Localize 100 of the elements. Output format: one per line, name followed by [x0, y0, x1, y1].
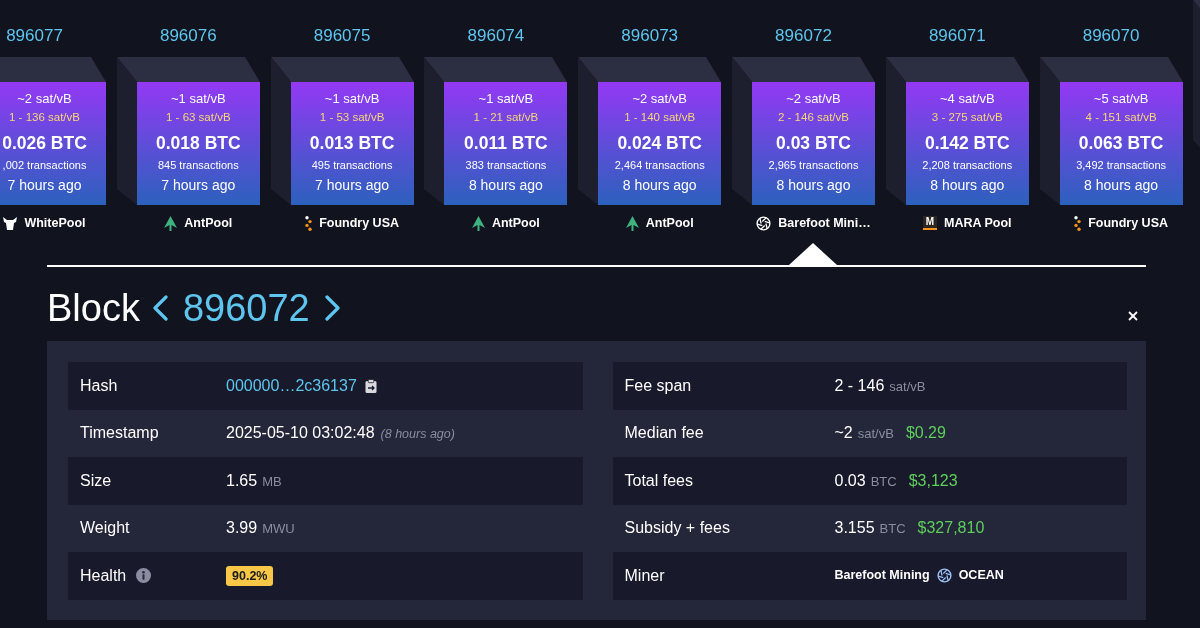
pool-name[interactable]: AntPool	[491, 215, 540, 231]
block-height[interactable]: 896076	[159, 26, 217, 46]
pool-name[interactable]: Foundry USA	[1088, 215, 1168, 231]
tx-count: 495 transactions	[311, 158, 393, 173]
miner-name[interactable]: Barefoot Mining	[834, 566, 930, 586]
chevron-left-icon[interactable]	[151, 295, 168, 321]
fee-range: 1 - 140 sat/vB	[624, 110, 696, 125]
pool-name[interactable]: Barefoot Mini…	[778, 215, 871, 231]
row-value: 2025-05-10 03:02:48	[226, 423, 375, 444]
row-value: 3.99	[226, 518, 258, 539]
block-age: 8 hours ago	[776, 176, 851, 195]
total-fees: 0.026 BTC	[2, 132, 87, 155]
pool-name[interactable]: AntPool	[184, 215, 233, 231]
tx-count: 2,965 transactions	[768, 158, 859, 173]
info-icon[interactable]	[136, 568, 152, 584]
block-age: 8 hours ago	[1084, 176, 1159, 195]
unit-label: BTC	[870, 472, 897, 491]
tx-count: 3,492 transactions	[1076, 158, 1166, 173]
block-height[interactable]: 896073	[621, 26, 679, 46]
row-label: Size	[80, 470, 112, 491]
aperture-icon	[936, 568, 952, 584]
block-face[interactable]: ~1 sat/vB 1 - 53 sat/vB 0.013 BTC 495 transactions 7 hours ago	[290, 82, 414, 205]
block-height[interactable]: 896071	[928, 26, 986, 46]
fiat-value: $0.29	[905, 423, 946, 444]
tx-count: 845 transactions	[157, 158, 239, 173]
row-label: Median fee	[624, 423, 704, 444]
pool-name[interactable]: WhitePool	[24, 215, 86, 231]
fee-range: 2 - 146 sat/vB	[778, 110, 849, 125]
block-height[interactable]: 896070	[1082, 26, 1140, 46]
fee-range: 3 - 275 sat/vB	[931, 110, 1003, 125]
block-face[interactable]: ~2 sat/vB 2 - 146 sat/vB 0.03 BTC 2,965 transactions 8 hours ago	[752, 82, 875, 205]
pool-name[interactable]: OCEAN	[958, 566, 1004, 586]
median-fee: ~5 sat/vB	[1093, 90, 1149, 108]
total-fees: 0.03 BTC	[776, 132, 851, 155]
row-label: Miner	[624, 565, 665, 586]
relative-time: (8 hours ago)	[380, 426, 455, 444]
row-label: Subsidy + fees	[624, 518, 730, 539]
block-height[interactable]: 896072	[775, 26, 832, 46]
block-height[interactable]: 896075	[313, 26, 371, 46]
block-face[interactable]: ~5 sat/vB 4 - 151 sat/vB 0.063 BTC 3,492 transactions 8 hours ago	[1059, 82, 1183, 205]
row-label: Health	[80, 565, 127, 586]
row-value: 2 - 146	[834, 375, 885, 396]
block-height[interactable]: 896077	[6, 26, 63, 46]
block-face[interactable]: ~2 sat/vB 1 - 140 sat/vB 0.024 BTC 2,464 transactions 8 hours ago	[598, 82, 722, 205]
fiat-value: $327,810	[917, 518, 985, 539]
block-height[interactable]: 896074	[467, 26, 525, 46]
median-fee: ~1 sat/vB	[324, 90, 380, 108]
unit-label: MWU	[262, 520, 295, 539]
block-age: 7 hours ago	[161, 176, 236, 195]
chevron-right-icon[interactable]	[324, 295, 341, 321]
total-fees: 0.142 BTC	[924, 132, 1010, 155]
hash-link[interactable]: 000000…2c36137	[226, 373, 357, 398]
pool-name[interactable]: MARA Pool	[944, 215, 1012, 231]
fee-range: 4 - 151 sat/vB	[1085, 110, 1157, 125]
total-fees: 0.011 BTC	[464, 132, 548, 155]
block-face[interactable]: ~1 sat/vB 1 - 21 sat/vB 0.011 BTC 383 transactions 8 hours ago	[444, 82, 568, 205]
aperture-icon	[756, 215, 772, 231]
pool-name[interactable]: AntPool	[645, 215, 694, 231]
row-label: Timestamp	[80, 423, 159, 444]
row-value: 1.65	[226, 470, 258, 491]
block-age: 7 hours ago	[7, 176, 82, 195]
fee-range: 1 - 53 sat/vB	[319, 110, 385, 125]
row-label: Total fees	[624, 470, 693, 491]
close-icon[interactable]	[1128, 311, 1138, 321]
arrow-icon	[164, 215, 178, 231]
block-age: 8 hours ago	[468, 176, 543, 195]
fee-range: 1 - 136 sat/vB	[9, 110, 80, 125]
block-age: 7 hours ago	[315, 176, 390, 195]
row-label: Weight	[80, 518, 130, 539]
block-age: 8 hours ago	[930, 176, 1005, 195]
unit-label: sat/vB	[857, 425, 894, 444]
unit-label: MB	[262, 472, 282, 491]
animal-head-icon	[3, 216, 18, 230]
row-label: Hash	[80, 375, 118, 396]
arrow-icon	[471, 215, 485, 231]
tx-count: 383 transactions	[465, 158, 547, 173]
median-fee: ~1 sat/vB	[478, 90, 534, 108]
median-fee: ~4 sat/vB	[940, 90, 995, 108]
median-fee: ~2 sat/vB	[17, 90, 72, 108]
dots-icon	[1074, 215, 1082, 231]
block-face[interactable]: ~2 sat/vB 1 - 136 sat/vB 0.026 BTC ,002 transactions 7 hours ago	[0, 82, 106, 205]
pool-name[interactable]: Foundry USA	[319, 215, 399, 231]
row-value: 0.03	[834, 470, 866, 491]
median-fee: ~2 sat/vB	[632, 90, 687, 108]
median-fee: ~1 sat/vB	[171, 90, 226, 108]
block-height: 896072	[182, 286, 310, 331]
total-fees: 0.024 BTC	[617, 132, 702, 155]
total-fees: 0.013 BTC	[309, 132, 395, 155]
unit-label: sat/vB	[889, 377, 926, 396]
block-face[interactable]: ~1 sat/vB 1 - 63 sat/vB 0.018 BTC 845 transactions 7 hours ago	[136, 82, 260, 205]
arrow-icon	[625, 215, 639, 231]
dots-icon	[305, 215, 313, 231]
fee-range: 1 - 21 sat/vB	[473, 110, 539, 125]
block-face[interactable]: ~4 sat/vB 3 - 275 sat/vB 0.142 BTC 2,208 transactions 8 hours ago	[905, 82, 1029, 205]
block-age: 8 hours ago	[622, 176, 697, 195]
tx-count: 2,464 transactions	[614, 158, 705, 173]
row-label: Fee span	[624, 375, 692, 396]
total-fees: 0.063 BTC	[1078, 132, 1164, 155]
page-title: Block	[47, 286, 140, 331]
clipboard-icon[interactable]	[364, 378, 377, 393]
